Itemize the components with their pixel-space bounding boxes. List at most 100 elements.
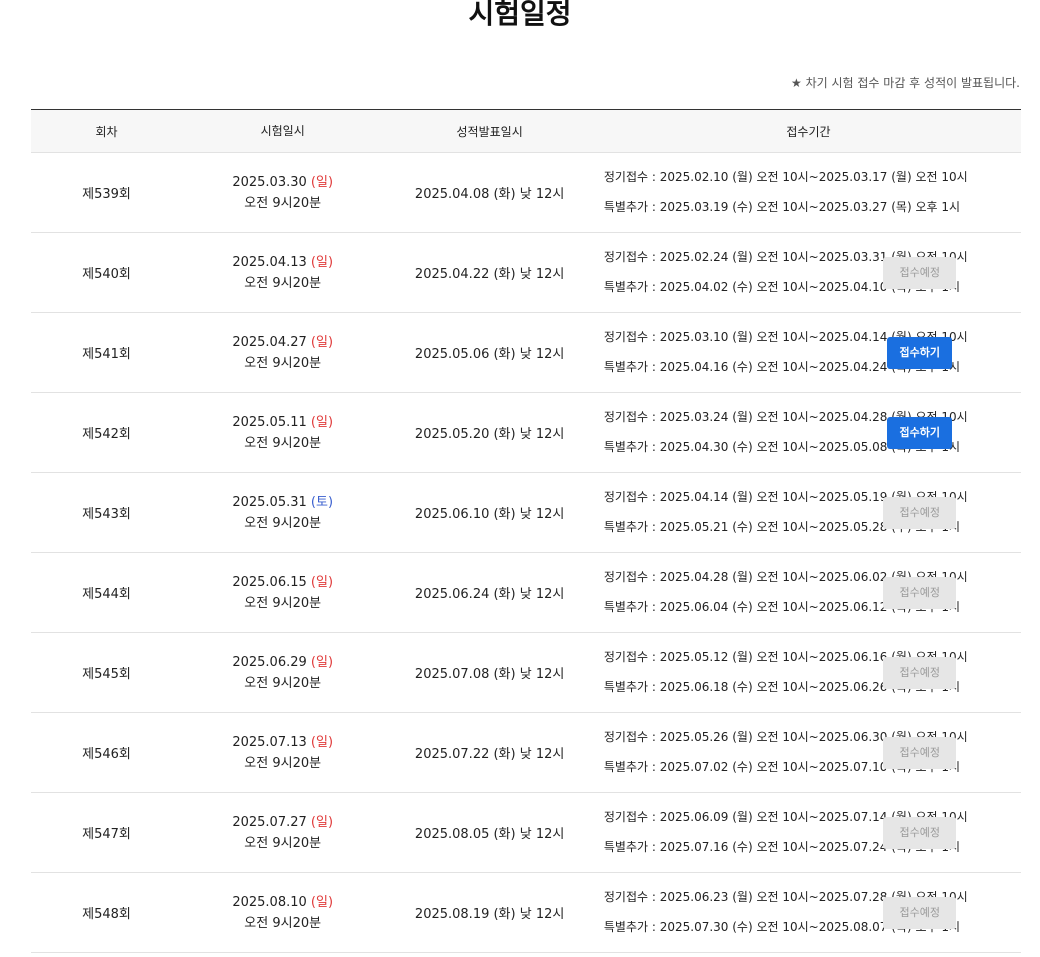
exam-date-value: 2025.07.27 [232,814,307,830]
header-round: 회차 [31,109,183,153]
exam-date-value: 2025.07.13 [232,734,307,750]
action-cell: 접수예정 [808,552,1021,633]
exam-date-value: 2025.03.30 [232,174,307,190]
registration-period-cell: 정기접수 : 2025.05.12 (월) 오전 10시~2025.06.16 … [595,632,968,713]
exam-time: 오전 9시20분 [244,915,322,931]
result-date-cell: 2025.08.19 (화) 낮 12시 [383,872,596,953]
exam-day-of-week: (토) [310,494,334,510]
regular-registration: 정기접수 : 2025.02.24 (월) 오전 10시~2025.03.31 … [603,250,968,264]
exam-day-of-week: (일) [310,574,334,590]
exam-date-value: 2025.06.29 [232,654,307,670]
exam-date-value: 2025.06.15 [232,574,307,590]
exam-day-of-week: (일) [310,414,334,430]
apply-button[interactable]: 접수하기 [887,336,953,369]
table-row: 제546회 2025.07.13 (일) 오전 9시20분 2025.07.22 (화… [31,712,1021,793]
apply-button[interactable]: 접수하기 [887,416,953,449]
exam-date-value: 2025.05.11 [232,414,307,430]
regular-registration: 정기접수 : 2025.06.23 (월) 오전 10시~2025.07.28 … [603,890,968,904]
page-title: 시험일정 [468,0,572,30]
special-registration: 특별추가 : 2025.07.02 (수) 오전 10시~2025.07.10 … [603,760,961,774]
header-row: 회차 시험일시 성적발표일시 접수기간 [31,109,1021,153]
action-cell: 접수하기 [808,312,1021,393]
exam-date-cell: 2025.04.13 (일) 오전 9시20분 [182,232,384,313]
round-cell: 제539회 [31,152,183,233]
exam-date-value: 2025.05.31 [232,494,307,510]
table-body: 제539회 2025.03.30 (일) 오전 9시20분 2025.04.08 (화… [31,152,1021,953]
exam-date-value: 2025.08.10 [232,894,307,910]
exam-date: 2025.07.13 (일) [182,732,383,753]
exam-date: 2025.08.10 (일) [182,892,383,913]
exam-date: 2025.05.31 (토) [182,492,383,513]
regular-registration: 정기접수 : 2025.06.09 (월) 오전 10시~2025.07.14 … [603,810,968,824]
exam-date-cell: 2025.04.27 (일) 오전 9시20분 [182,312,384,393]
action-cell: 접수예정 [808,792,1021,873]
action-cell: 접수하기 [808,392,1021,473]
regular-registration: 정기접수 : 2025.05.12 (월) 오전 10시~2025.06.16 … [603,650,968,664]
pending-button[interactable]: 접수예정 [883,896,957,929]
round-cell: 제546회 [31,712,183,793]
registration-period-cell: 정기접수 : 2025.04.14 (월) 오전 10시~2025.05.19 … [595,472,968,553]
round-cell: 제540회 [31,232,183,313]
result-date-cell: 2025.08.05 (화) 낮 12시 [383,792,596,873]
result-date-cell: 2025.06.10 (화) 낮 12시 [383,472,596,553]
pending-button[interactable]: 접수예정 [883,736,957,769]
exam-day-of-week: (일) [310,814,334,830]
table-row: 제544회 2025.06.15 (일) 오전 9시20분 2025.06.24 (화… [31,552,1021,633]
table-row: 제542회 2025.05.11 (일) 오전 9시20분 2025.05.20 (화… [31,392,1021,473]
result-date-cell: 2025.04.08 (화) 낮 12시 [383,152,596,233]
exam-date-cell: 2025.05.11 (일) 오전 9시20분 [182,392,384,473]
special-registration: 특별추가 : 2025.04.16 (수) 오전 10시~2025.04.24 … [603,360,961,374]
registration-period-cell: 정기접수 : 2025.06.09 (월) 오전 10시~2025.07.14 … [595,792,968,873]
round-cell: 제544회 [31,552,183,633]
regular-registration: 정기접수 : 2025.03.10 (월) 오전 10시~2025.04.14 … [603,330,968,344]
exam-time: 오전 9시20분 [244,675,322,691]
notice-text: ★ 차기 시험 접수 마감 후 성적이 발표됩니다. [791,76,1020,90]
result-date-cell: 2025.07.22 (화) 낮 12시 [383,712,596,793]
exam-date: 2025.07.27 (일) [182,812,383,833]
exam-date-value: 2025.04.27 [232,334,307,350]
round-cell: 제545회 [31,632,183,713]
exam-date: 2025.03.30 (일) [182,172,383,193]
round-cell: 제543회 [31,472,183,553]
action-cell [808,152,1021,233]
regular-registration: 정기접수 : 2025.02.10 (월) 오전 10시~2025.03.17 … [603,170,968,184]
exam-date-cell: 2025.03.30 (일) 오전 9시20분 [182,152,384,233]
exam-date-cell: 2025.06.29 (일) 오전 9시20분 [182,632,384,713]
pending-button[interactable]: 접수예정 [883,576,957,609]
table-row: 제540회 2025.04.13 (일) 오전 9시20분 2025.04.22 (화… [31,232,1021,313]
exam-time: 오전 9시20분 [244,755,322,771]
exam-time: 오전 9시20분 [244,355,322,371]
exam-time: 오전 9시20분 [244,195,322,211]
registration-period-cell: 정기접수 : 2025.02.10 (월) 오전 10시~2025.03.17 … [595,152,968,233]
registration-period-cell: 정기접수 : 2025.06.23 (월) 오전 10시~2025.07.28 … [595,872,968,953]
special-registration: 특별추가 : 2025.04.30 (수) 오전 10시~2025.05.08 … [603,440,961,454]
exam-date-cell: 2025.08.10 (일) 오전 9시20분 [182,872,384,953]
action-cell: 접수예정 [808,472,1021,553]
header-exam-date: 시험일시 [182,109,384,153]
table-row: 제547회 2025.07.27 (일) 오전 9시20분 2025.08.05 (화… [31,792,1021,873]
exam-day-of-week: (일) [310,894,334,910]
exam-date-cell: 2025.05.31 (토) 오전 9시20분 [182,472,384,553]
pending-button[interactable]: 접수예정 [883,256,957,289]
exam-date-cell: 2025.06.15 (일) 오전 9시20분 [182,552,384,633]
action-cell: 접수예정 [808,232,1021,313]
result-date-cell: 2025.06.24 (화) 낮 12시 [383,552,596,633]
pending-button[interactable]: 접수예정 [883,816,957,849]
pending-button[interactable]: 접수예정 [883,496,957,529]
round-cell: 제541회 [31,312,183,393]
registration-period-cell: 정기접수 : 2025.03.10 (월) 오전 10시~2025.04.14 … [595,312,968,393]
round-cell: 제548회 [31,872,183,953]
special-registration: 특별추가 : 2025.07.30 (수) 오전 10시~2025.08.07 … [603,920,961,934]
regular-registration: 정기접수 : 2025.04.14 (월) 오전 10시~2025.05.19 … [603,490,968,504]
round-cell: 제542회 [31,392,183,473]
exam-day-of-week: (일) [310,174,334,190]
registration-period-cell: 정기접수 : 2025.04.28 (월) 오전 10시~2025.06.02 … [595,552,968,633]
exam-day-of-week: (일) [310,654,334,670]
special-registration: 특별추가 : 2025.06.18 (수) 오전 10시~2025.06.26 … [603,680,961,694]
table-row: 제541회 2025.04.27 (일) 오전 9시20분 2025.05.06 (화… [31,312,1021,393]
table-row: 제548회 2025.08.10 (일) 오전 9시20분 2025.08.19 (화… [31,872,1021,953]
exam-day-of-week: (일) [310,334,334,350]
action-cell: 접수예정 [808,712,1021,793]
exam-time: 오전 9시20분 [244,275,322,291]
pending-button[interactable]: 접수예정 [883,656,957,689]
